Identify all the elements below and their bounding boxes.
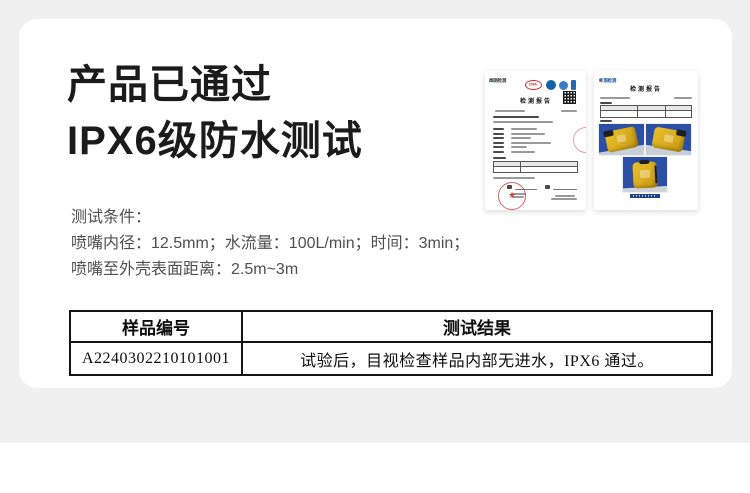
text-line xyxy=(600,97,630,99)
field-value-bar xyxy=(511,133,545,135)
table-header-row: 样品编号 测试结果 xyxy=(70,311,712,342)
test-conditions: 测试条件： 喷嘴内径：12.5mm；水流量：100L/min；时间：3min； … xyxy=(71,205,469,283)
bag-strap xyxy=(655,165,658,183)
sample-id-cell: A2240302210101001 xyxy=(70,342,242,375)
cma-badge-icon: CMA xyxy=(525,80,542,90)
bag-flap xyxy=(676,129,687,137)
title-line-2: IPX6级防水测试 xyxy=(67,113,363,169)
field-label-bar xyxy=(493,128,504,130)
sample-photo-3 xyxy=(623,157,667,192)
report-thumbnail-1: cti 华测检测 CMA 检测报告 xyxy=(485,71,586,210)
product-detail-section: 产品已通过 IPX6级防水测试 测试条件： 喷嘴内径：12.5mm；水流量：10… xyxy=(0,0,750,493)
page-title: 产品已通过 IPX6级防水测试 xyxy=(67,57,363,169)
field-label-bar xyxy=(493,142,504,144)
test-result-cell: 试验后，目视检查样品内部无进水，IPX6 通过。 xyxy=(242,342,712,375)
huace-logo-text: 华测检测 xyxy=(599,79,616,83)
field-value-bar xyxy=(511,137,531,139)
text-line xyxy=(674,97,692,99)
round-stamp-icon xyxy=(573,127,586,153)
text-line xyxy=(493,121,553,123)
field-value-bar xyxy=(511,128,537,130)
sample-info-header xyxy=(601,106,691,111)
field-value-bar xyxy=(511,151,535,153)
text-line xyxy=(561,110,577,112)
field-value-bar xyxy=(511,142,551,144)
bag-flap xyxy=(603,130,614,138)
conditions-line-1: 喷嘴内径：12.5mm；水流量：100L/min；时间：3min； xyxy=(71,231,469,257)
text-line xyxy=(493,116,539,118)
cnas-badge-icon xyxy=(546,80,556,90)
stamp-star-icon: ★ xyxy=(499,191,525,200)
field-value-bar xyxy=(511,146,527,148)
signature-text xyxy=(551,198,577,200)
signature-line xyxy=(553,189,577,190)
section-label-bar xyxy=(600,102,612,104)
field-label-bar xyxy=(493,137,504,139)
header-cell-sample-id: 样品编号 xyxy=(70,311,242,342)
report1-title: 检测报告 xyxy=(503,96,569,105)
sample-photo-1 xyxy=(599,124,644,155)
text-line xyxy=(495,110,525,112)
table-row: A2240302210101001 试验后，目视检查样品内部无进水，IPX6 通… xyxy=(70,342,712,375)
conditions-line-2: 喷嘴至外壳表面距离：2.5m~3m xyxy=(71,257,469,283)
result-table: 样品编号 测试结果 A2240302210101001 试验后，目视检查样品内部… xyxy=(69,310,713,376)
field-label-bar xyxy=(493,133,504,135)
field-label-bar xyxy=(493,146,504,148)
section-label-bar xyxy=(600,120,612,122)
cti-logo-cn-text: 华测检测 xyxy=(489,79,506,83)
bag-buckle xyxy=(639,160,649,165)
bag-print-label xyxy=(616,134,626,143)
seal-stamp-icon: ★ xyxy=(498,182,526,210)
content-card: 产品已通过 IPX6级防水测试 测试条件： 喷嘴内径：12.5mm；水流量：10… xyxy=(19,19,732,388)
signature-label xyxy=(545,185,550,189)
mini-table-header xyxy=(494,162,577,167)
mini-table-divider xyxy=(520,162,521,172)
sample-info-divider xyxy=(637,106,638,117)
sample-photo-2 xyxy=(646,124,691,155)
sample-info-table xyxy=(600,105,692,118)
bag-print-label xyxy=(664,134,674,142)
report2-title: 检测报告 xyxy=(594,84,698,93)
signature-text xyxy=(555,195,575,197)
bag-print-label xyxy=(640,170,650,179)
header-cell-test-result: 测试结果 xyxy=(242,311,712,342)
sample-info-divider xyxy=(665,106,666,117)
section-label-bar xyxy=(493,157,506,159)
mini-result-table xyxy=(493,161,578,173)
report-thumbnail-2: ■ 华测检测 检测报告 xyxy=(594,71,698,210)
ilac-badge-icon xyxy=(559,81,568,90)
conditions-label: 测试条件： xyxy=(71,205,469,231)
note-line xyxy=(493,177,535,179)
title-line-1: 产品已通过 xyxy=(67,57,363,113)
field-label-bar xyxy=(493,151,504,153)
dry-bag xyxy=(632,161,657,188)
cert-mark-icon xyxy=(571,80,576,90)
photo-caption-bar xyxy=(630,194,660,198)
qr-code-icon xyxy=(563,91,576,104)
